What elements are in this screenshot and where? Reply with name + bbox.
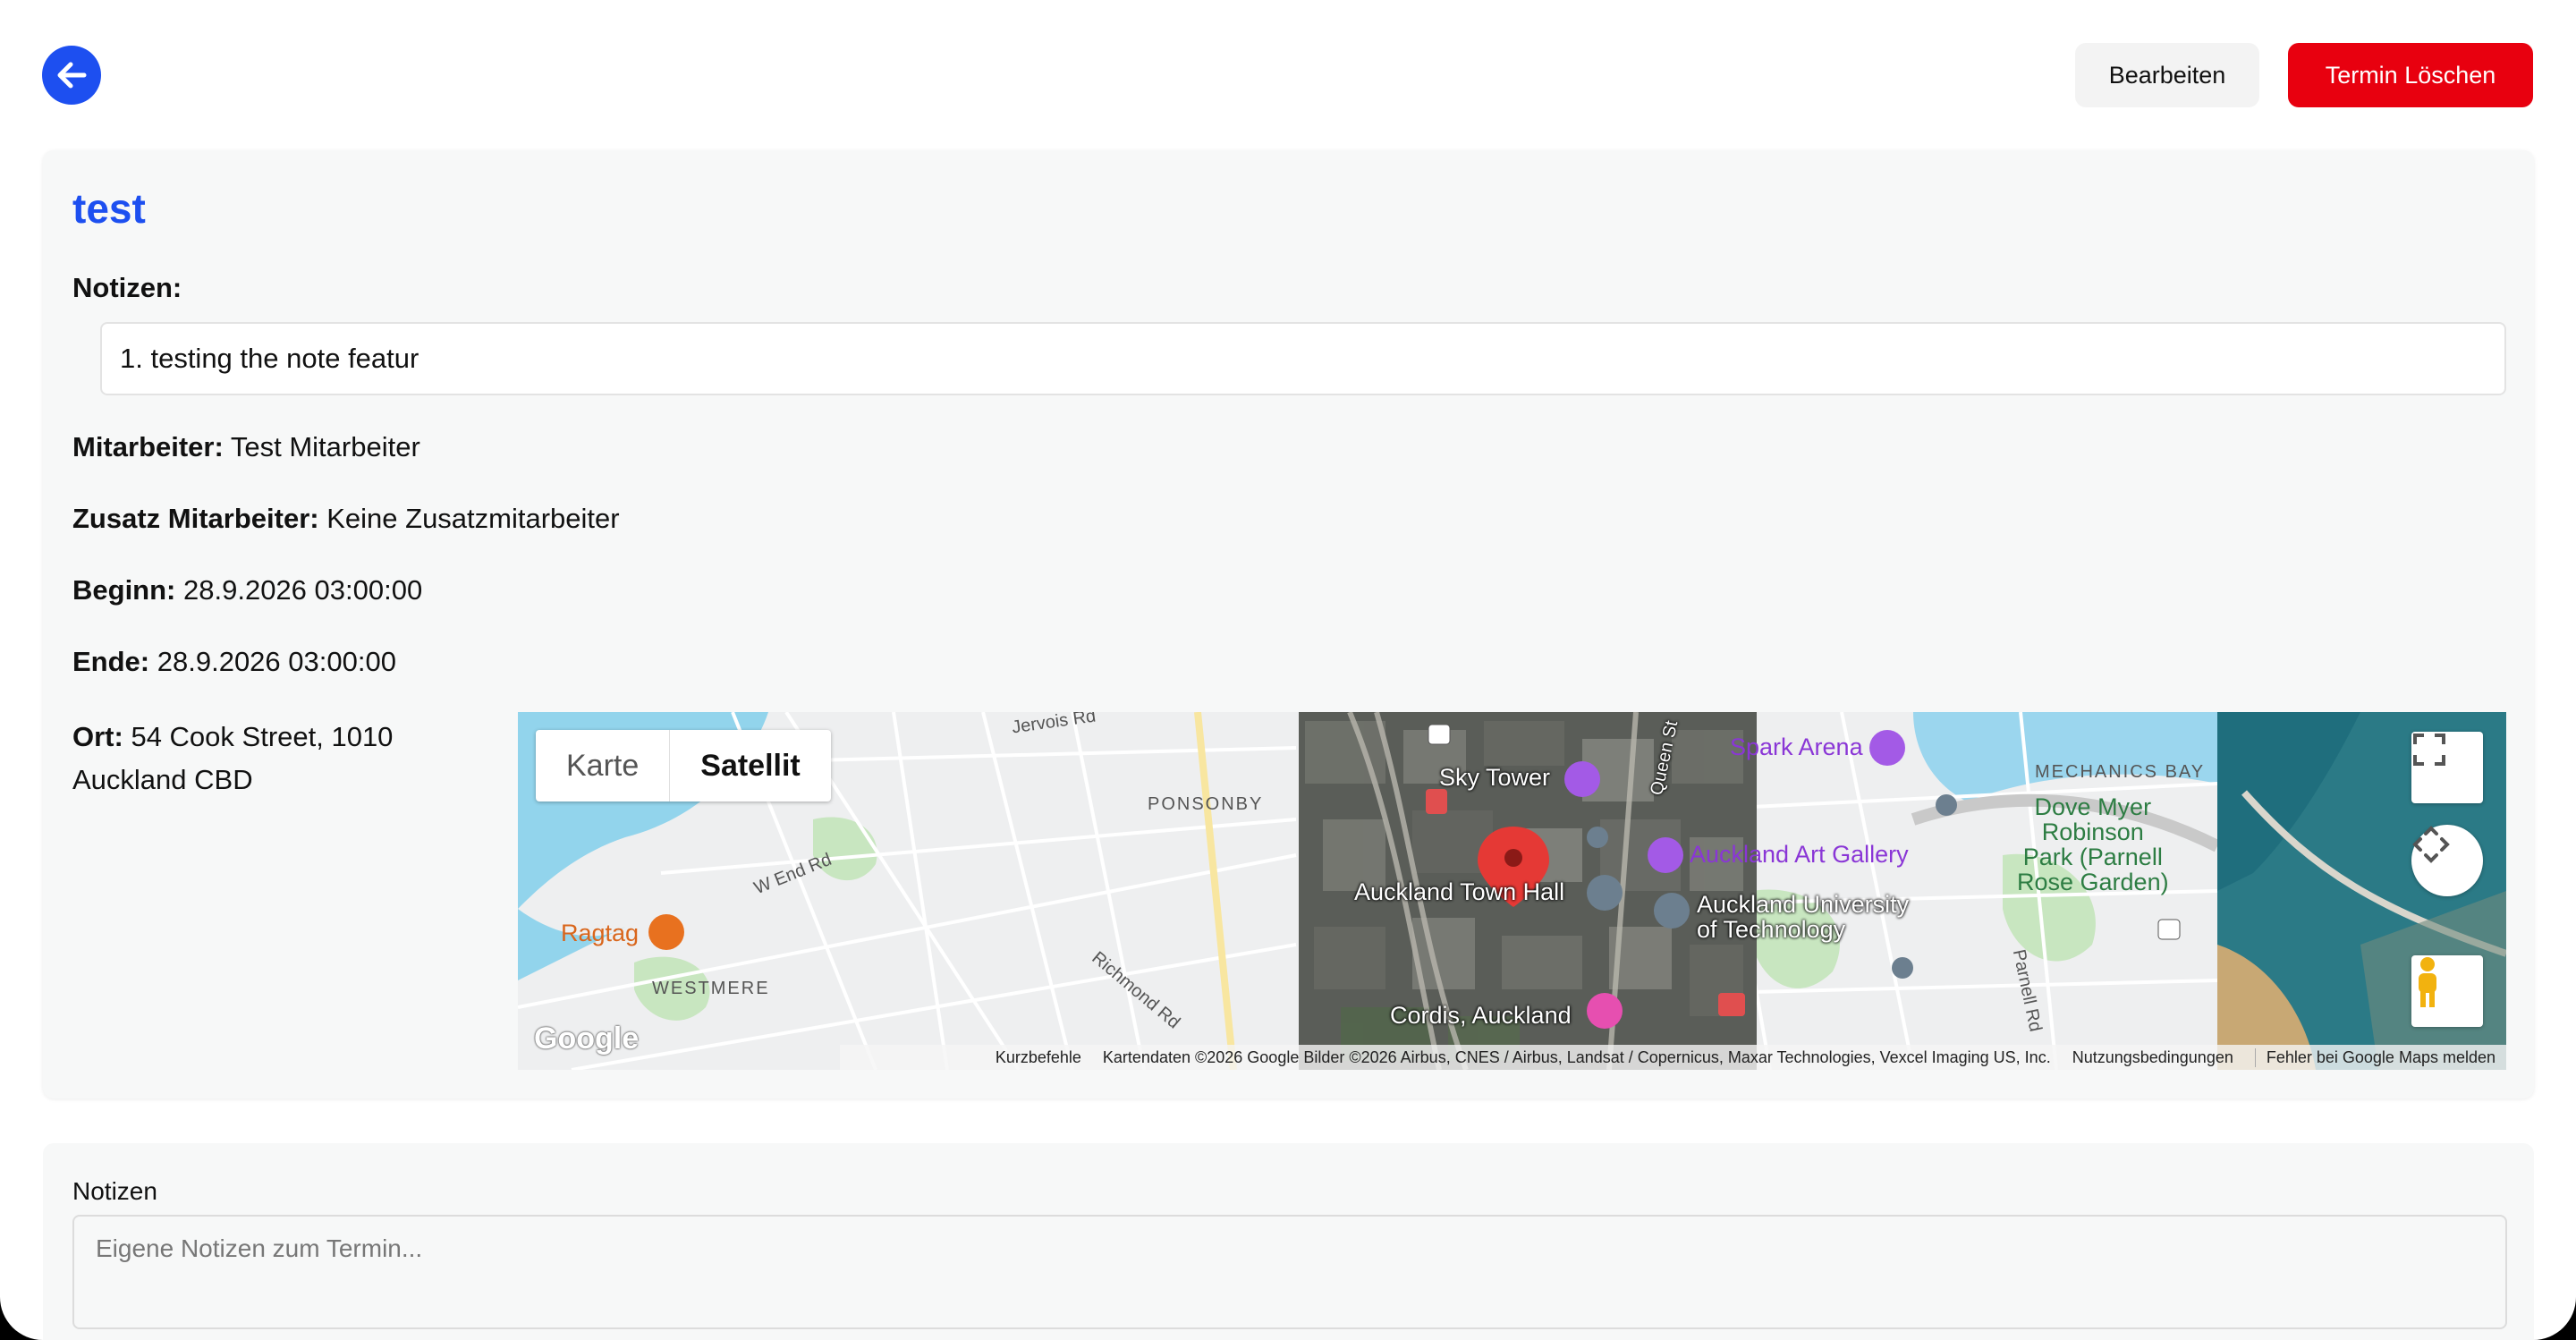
- delete-appointment-button[interactable]: Termin Löschen: [2288, 43, 2533, 107]
- own-notes-label: Notizen: [72, 1177, 157, 1205]
- map-label-ponsonby: PONSONBY: [1148, 794, 1264, 814]
- pan-arrows-icon: [2412, 826, 2450, 863]
- shortcuts-link[interactable]: Kurzbefehle: [996, 1048, 1081, 1067]
- map-label-artgallery: Auckland Art Gallery: [1690, 841, 1909, 868]
- screen: Bearbeiten Termin Löschen test Notizen: …: [0, 0, 2576, 1340]
- street-view-button[interactable]: [2411, 955, 2483, 1027]
- google-logo[interactable]: Google: [534, 1022, 639, 1056]
- note-item: 1. testing the note featur: [100, 322, 2506, 395]
- start-label: Beginn:: [72, 574, 176, 606]
- extra-employee-row: Zusatz Mitarbeiter: Keine Zusatzmitarbei…: [72, 503, 620, 535]
- map-label-ragtag: Ragtag: [561, 920, 640, 946]
- appointment-title: test: [72, 185, 146, 232]
- map-label-spark: Spark Arena: [1730, 734, 1863, 760]
- map-label-skytower: Sky Tower: [1439, 764, 1551, 791]
- back-button[interactable]: [42, 46, 101, 105]
- fullscreen-icon: [2413, 734, 2445, 766]
- location-line1: 54 Cook Street, 1010: [131, 721, 394, 752]
- map-pan-control[interactable]: [2411, 825, 2483, 896]
- map-attribution: Kartendaten ©2026 Google Bilder ©2026 Ai…: [1102, 1047, 2051, 1066]
- map-label-aut1: Auckland University: [1697, 891, 1910, 918]
- own-notes-textarea[interactable]: [72, 1215, 2507, 1329]
- report-error-link[interactable]: Fehler bei Google Maps melden: [2254, 1047, 2496, 1067]
- start-value: 28.9.2026 03:00:00: [183, 574, 423, 606]
- extra-employee-label: Zusatz Mitarbeiter:: [72, 503, 319, 534]
- employee-label: Mitarbeiter:: [72, 431, 224, 462]
- location-label: Ort:: [72, 721, 123, 752]
- map-type-karte-button[interactable]: Karte: [536, 730, 671, 801]
- map-label-cordis: Cordis, Auckland: [1390, 1002, 1572, 1029]
- map-type-satellite-button[interactable]: Satellit: [670, 730, 830, 801]
- notes-heading: Notizen:: [72, 272, 182, 303]
- map-footer: Kurzbefehle Kartendaten ©2026 Google Bil…: [840, 1045, 2506, 1070]
- edit-button[interactable]: Bearbeiten: [2075, 43, 2259, 107]
- start-row: Beginn: 28.9.2026 03:00:00: [72, 574, 422, 606]
- own-notes-card: Notizen: [43, 1143, 2534, 1340]
- map-label-mechanics: MECHANICS BAY: [2035, 762, 2206, 782]
- location-line2: Auckland CBD: [72, 764, 253, 795]
- location-row: Ort: 54 Cook Street, 1010 Auckland CBD: [72, 716, 502, 801]
- terms-link[interactable]: Nutzungsbedingungen: [2072, 1048, 2233, 1067]
- map-label-westmere: WESTMERE: [652, 979, 770, 998]
- map-label-aut2: of Technology: [1697, 916, 1846, 943]
- arrow-left-icon: [57, 62, 87, 89]
- appointment-card: test Notizen: 1. testing the note featur…: [43, 150, 2534, 1098]
- map-label-dove-park: Dove Myer Robinson Park (Parnell Rose Ga…: [2017, 793, 2169, 895]
- employee-value: Test Mitarbeiter: [230, 431, 420, 462]
- end-row: Ende: 28.9.2026 03:00:00: [72, 646, 396, 678]
- map-type-toggle: Karte Satellit: [536, 730, 831, 801]
- pegman-icon: [2419, 957, 2436, 1007]
- extra-employee-value: Keine Zusatzmitarbeiter: [326, 503, 620, 534]
- fullscreen-button[interactable]: [2411, 732, 2483, 803]
- location-map[interactable]: Jervois Rd PONSONBY W End Rd Ragtag WEST…: [518, 712, 2506, 1070]
- end-value: 28.9.2026 03:00:00: [157, 646, 396, 677]
- end-label: Ende:: [72, 646, 150, 677]
- employee-row: Mitarbeiter: Test Mitarbeiter: [72, 431, 420, 463]
- map-label-townhall: Auckland Town Hall: [1354, 878, 1565, 905]
